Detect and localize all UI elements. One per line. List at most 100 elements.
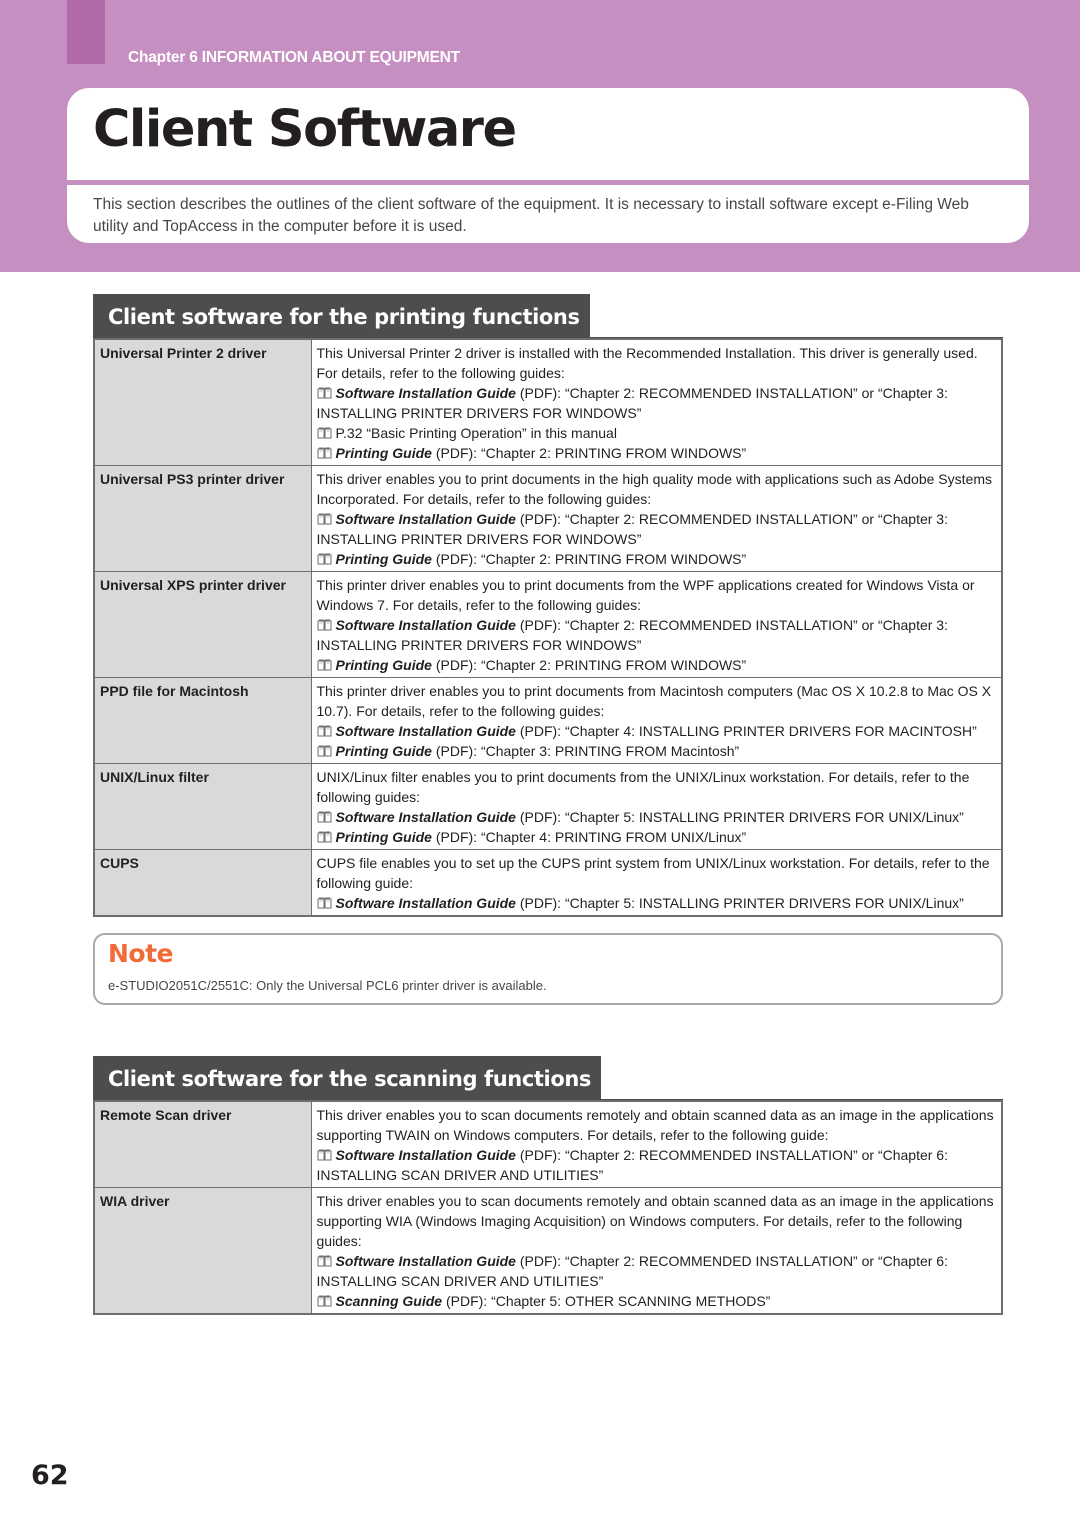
printing-software-table: Universal Printer 2 driver This Universal… <box>93 338 1003 917</box>
book-icon <box>317 447 331 459</box>
book-icon <box>317 387 331 399</box>
software-name: Universal Printer 2 driver <box>93 338 312 466</box>
software-name: Universal PS3 printer driver <box>93 465 312 572</box>
guide-reference[interactable]: Software Installation Guide (PDF): “Chap… <box>317 893 997 913</box>
page-number: 62 <box>31 1460 69 1491</box>
guide-reference[interactable]: Printing Guide (PDF): “Chapter 2: PRINTI… <box>317 549 997 569</box>
description-text: This printer driver enables you to print… <box>316 683 992 719</box>
software-description: UNIX/Linux filter enables you to print d… <box>310 763 1003 850</box>
description-text: CUPS file enables you to set up the CUPS… <box>316 855 990 891</box>
description-text: UNIX/Linux filter enables you to print d… <box>316 769 970 805</box>
book-icon <box>317 745 331 757</box>
chapter-label: Chapter 6 INFORMATION ABOUT EQUIPMENT <box>128 49 460 66</box>
guide-chapter: (PDF): “Chapter 5: OTHER SCANNING METHOD… <box>442 1293 771 1309</box>
guide-title: Printing Guide <box>335 445 432 461</box>
software-description: This printer driver enables you to print… <box>310 677 1003 764</box>
software-description: This driver enables you to print documen… <box>310 465 1003 572</box>
section-heading-printing: Client software for the printing functio… <box>93 294 590 339</box>
book-icon <box>317 811 331 823</box>
guide-reference[interactable]: Printing Guide (PDF): “Chapter 4: PRINTI… <box>317 827 997 847</box>
table-row: Universal XPS printer driver This printer… <box>93 571 1003 678</box>
scanning-software-table: Remote Scan driver This driver enables yo… <box>93 1100 1003 1315</box>
guide-reference[interactable]: Printing Guide (PDF): “Chapter 2: PRINTI… <box>317 443 997 463</box>
book-icon <box>317 725 331 737</box>
book-icon <box>317 1255 331 1267</box>
guide-chapter: (PDF): “Chapter 5: INSTALLING PRINTER DR… <box>515 895 964 911</box>
software-name: Remote Scan driver <box>93 1100 312 1188</box>
description-text: This driver enables you to print documen… <box>316 471 992 507</box>
guide-reference[interactable]: Software Installation Guide (PDF): “Chap… <box>317 615 997 655</box>
note-title: Note <box>108 939 174 968</box>
software-description: This Universal Printer 2 driver is insta… <box>310 338 1003 466</box>
guide-title: Software Installation Guide <box>335 895 516 911</box>
table-row: UNIX/Linux filter UNIX/Linux filter enabl… <box>93 763 1003 850</box>
software-name: Universal XPS printer driver <box>93 571 312 678</box>
guide-title: Software Installation Guide <box>335 1253 516 1269</box>
guide-title: Printing Guide <box>335 743 432 759</box>
software-description: This driver enables you to scan document… <box>310 1187 1003 1315</box>
guide-reference[interactable]: Software Installation Guide (PDF): “Chap… <box>317 1251 997 1291</box>
table-row: Universal Printer 2 driver This Universal… <box>93 338 1003 466</box>
guide-chapter: (PDF): “Chapter 3: PRINTING FROM Macinto… <box>431 743 740 759</box>
software-name: CUPS <box>93 849 312 917</box>
header-band: Chapter 6 INFORMATION ABOUT EQUIPMENT Cl… <box>0 0 1080 272</box>
book-icon <box>317 1149 331 1161</box>
guide-reference[interactable]: Software Installation Guide (PDF): “Chap… <box>317 509 997 549</box>
description-text: This printer driver enables you to print… <box>316 577 975 613</box>
software-name: WIA driver <box>93 1187 312 1315</box>
book-icon <box>317 831 331 843</box>
title-box: Client Software <box>67 88 1029 180</box>
book-icon <box>317 659 331 671</box>
guide-title: Software Installation Guide <box>335 723 516 739</box>
software-name: PPD file for Macintosh <box>93 677 312 764</box>
software-description: CUPS file enables you to set up the CUPS… <box>310 849 1003 917</box>
note-box: Note e-STUDIO2051C/2551C: Only the Unive… <box>93 933 1003 1005</box>
guide-chapter: (PDF): “Chapter 4: PRINTING FROM UNIX/Li… <box>431 829 747 845</box>
table-row: Universal PS3 printer driver This driver … <box>93 465 1003 572</box>
book-icon <box>317 1295 331 1307</box>
guide-reference[interactable]: P.32 “Basic Printing Operation” in this … <box>317 423 997 443</box>
book-icon <box>317 553 331 565</box>
book-icon <box>317 619 331 631</box>
table-row: PPD file for Macintosh This printer drive… <box>93 677 1003 764</box>
software-description: This driver enables you to scan document… <box>310 1100 1003 1188</box>
book-icon <box>317 897 331 909</box>
intro-box: This section describes the outlines of t… <box>67 185 1029 243</box>
guide-chapter: P.32 “Basic Printing Operation” in this … <box>335 425 617 441</box>
description-text: This Universal Printer 2 driver is insta… <box>316 345 978 381</box>
guide-reference[interactable]: Printing Guide (PDF): “Chapter 3: PRINTI… <box>317 741 997 761</box>
guide-reference[interactable]: Printing Guide (PDF): “Chapter 2: PRINTI… <box>317 655 997 675</box>
guide-reference[interactable]: Scanning Guide (PDF): “Chapter 5: OTHER … <box>317 1291 997 1311</box>
description-text: This driver enables you to scan document… <box>316 1193 994 1249</box>
guide-reference[interactable]: Software Installation Guide (PDF): “Chap… <box>317 1145 997 1185</box>
chapter-tab-marker <box>67 0 105 64</box>
guide-reference[interactable]: Software Installation Guide (PDF): “Chap… <box>317 721 997 741</box>
guide-chapter: (PDF): “Chapter 2: PRINTING FROM WINDOWS… <box>431 551 747 567</box>
guide-title: Printing Guide <box>335 551 432 567</box>
note-text: e-STUDIO2051C/2551C: Only the Universal … <box>108 978 547 993</box>
guide-title: Scanning Guide <box>335 1293 443 1309</box>
guide-chapter: (PDF): “Chapter 4: INSTALLING PRINTER DR… <box>515 723 977 739</box>
intro-text: This section describes the outlines of t… <box>93 196 969 235</box>
guide-chapter: (PDF): “Chapter 5: INSTALLING PRINTER DR… <box>515 809 964 825</box>
guide-title: Software Installation Guide <box>335 385 516 401</box>
guide-chapter: (PDF): “Chapter 2: PRINTING FROM WINDOWS… <box>431 657 747 673</box>
guide-title: Software Installation Guide <box>335 809 516 825</box>
guide-chapter: (PDF): “Chapter 2: PRINTING FROM WINDOWS… <box>431 445 747 461</box>
guide-reference[interactable]: Software Installation Guide (PDF): “Chap… <box>317 807 997 827</box>
table-row: WIA driver This driver enables you to sca… <box>93 1187 1003 1315</box>
guide-title: Printing Guide <box>335 657 432 673</box>
table-row: Remote Scan driver This driver enables yo… <box>93 1100 1003 1188</box>
guide-title: Printing Guide <box>335 829 432 845</box>
guide-title: Software Installation Guide <box>335 511 516 527</box>
guide-reference[interactable]: Software Installation Guide (PDF): “Chap… <box>317 383 997 423</box>
guide-title: Software Installation Guide <box>335 1147 516 1163</box>
book-icon <box>317 513 331 525</box>
software-name: UNIX/Linux filter <box>93 763 312 850</box>
description-text: This driver enables you to scan document… <box>316 1107 994 1143</box>
section-heading-scanning: Client software for the scanning functio… <box>93 1056 601 1101</box>
guide-title: Software Installation Guide <box>335 617 516 633</box>
book-icon <box>317 427 331 439</box>
table-row: CUPS CUPS file enables you to set up the … <box>93 849 1003 917</box>
software-description: This printer driver enables you to print… <box>310 571 1003 678</box>
